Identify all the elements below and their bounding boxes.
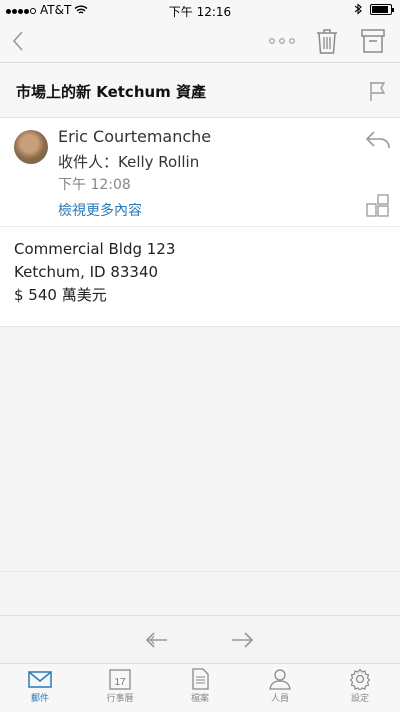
message-time: 下午 12:08	[58, 177, 131, 193]
avatar	[14, 130, 48, 164]
tab-calendar[interactable]: 17 行事曆	[80, 668, 160, 712]
view-more-link[interactable]: 檢視更多內容	[58, 200, 142, 220]
archive-icon[interactable]	[359, 26, 387, 56]
battery-icon	[370, 3, 394, 15]
tab-bar: 郵件 17 行事曆 檔案 人員 設定	[0, 663, 400, 712]
tab-files[interactable]: 檔案	[160, 668, 240, 712]
calendar-icon: 17	[109, 669, 131, 690]
back-icon[interactable]	[8, 26, 32, 56]
bluetooth-icon	[354, 3, 362, 15]
forward-icon[interactable]	[229, 628, 255, 652]
status-bar: AT&T 下午 12:16	[0, 0, 400, 20]
reply-icon[interactable]	[144, 628, 170, 652]
tab-people[interactable]: 人員	[240, 668, 320, 712]
recipient-line: 收件人：Kelly Rollin	[58, 153, 200, 171]
mail-icon	[28, 671, 52, 688]
nav-bar	[0, 20, 400, 63]
more-icon[interactable]	[268, 35, 296, 47]
tab-label: 設定	[350, 694, 369, 704]
body-line: Commercial Bldg 123	[14, 240, 176, 258]
calendar-day: 17	[114, 677, 126, 688]
settings-icon	[349, 668, 371, 690]
email-subject: 市場上的新 Ketchum 資產	[16, 83, 207, 101]
message-actions	[0, 615, 400, 664]
divider	[0, 226, 400, 227]
trash-icon[interactable]	[314, 26, 340, 56]
tab-label: 人員	[270, 694, 289, 704]
reply-icon[interactable]	[364, 128, 392, 152]
body-line: Ketchum, ID 83340	[14, 263, 159, 281]
tab-label: 檔案	[190, 694, 209, 704]
message-body: Commercial Bldg 123 Ketchum, ID 83340 $ …	[14, 238, 175, 307]
flag-icon[interactable]	[366, 79, 388, 103]
divider	[0, 571, 400, 572]
sender-name: Eric Courtemanche	[58, 127, 212, 146]
tab-settings[interactable]: 設定	[320, 668, 400, 712]
tab-label: 郵件	[30, 694, 49, 704]
tab-label: 行事曆	[106, 694, 134, 704]
people-icon	[269, 669, 291, 690]
message-card: Eric Courtemanche 收件人：Kelly Rollin 下午 12…	[0, 118, 400, 327]
tab-mail[interactable]: 郵件	[0, 668, 80, 712]
subject-bar: 市場上的新 Ketchum 資產	[0, 63, 400, 118]
files-icon	[192, 668, 209, 690]
body-line: $ 540 萬美元	[14, 286, 107, 304]
apps-icon[interactable]	[366, 194, 390, 218]
status-time: 下午 12:16	[168, 5, 232, 19]
